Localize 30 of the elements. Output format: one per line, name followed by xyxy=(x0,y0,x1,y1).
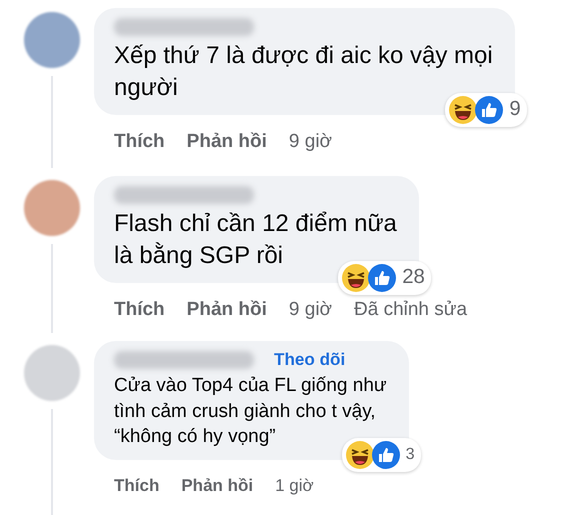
thumbs-up-icon xyxy=(370,440,401,470)
comment-text: Flash chỉ cần 12 điểm nữa xyxy=(114,209,397,239)
like-link[interactable]: Thích xyxy=(114,298,165,321)
comment-text: “không có hy vọng” xyxy=(114,425,277,450)
laughing-emoji-icon xyxy=(448,94,478,125)
comment-text: người xyxy=(114,73,179,104)
avatar[interactable] xyxy=(24,12,80,68)
laughing-emoji-icon xyxy=(344,440,375,470)
thumbs-up-icon xyxy=(367,262,398,293)
like-link[interactable]: Thích xyxy=(114,130,165,153)
reply-link[interactable]: Phản hồi xyxy=(186,130,267,153)
avatar[interactable] xyxy=(24,345,80,401)
reaction-badge[interactable]: 9 xyxy=(445,92,527,127)
edited-label: Đã chỉnh sửa xyxy=(354,298,468,321)
reaction-badge[interactable]: 3 xyxy=(342,438,421,472)
reaction-badge[interactable]: 28 xyxy=(338,260,431,295)
timestamp: 9 giờ xyxy=(288,298,332,321)
comment-text: tình cảm crush giành cho t vậy, xyxy=(114,400,377,424)
thumbs-up-icon xyxy=(474,94,504,125)
like-link[interactable]: Thích xyxy=(114,476,160,496)
comment-text: Xếp thứ 7 là được đi aic ko vậy mọi xyxy=(114,41,493,71)
laughing-emoji-icon xyxy=(341,262,372,293)
comment-text: Cửa vào Top4 của FL giống như xyxy=(114,374,387,398)
reply-link[interactable]: Phản hồi xyxy=(186,298,267,321)
timestamp: 9 giờ xyxy=(288,130,332,153)
avatar[interactable] xyxy=(24,180,80,236)
follow-link[interactable]: Theo dõi xyxy=(274,350,346,370)
comment-text: là bằng SGP rồi xyxy=(114,241,284,272)
timestamp: 1 giờ xyxy=(275,476,314,496)
reply-link[interactable]: Phản hồi xyxy=(181,476,254,496)
